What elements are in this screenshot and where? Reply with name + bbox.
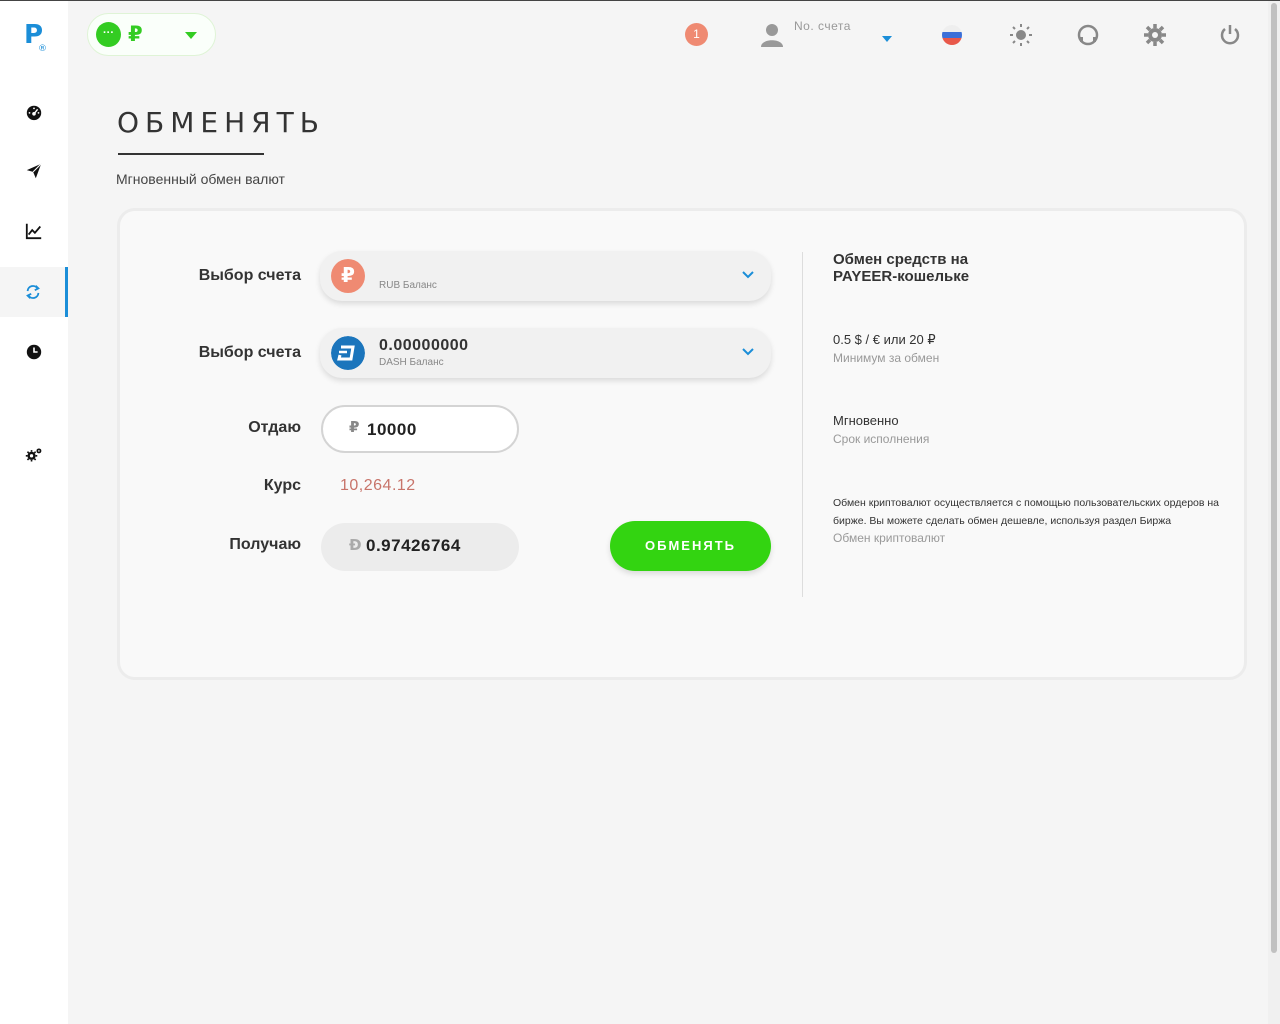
- paper-plane-icon: [26, 163, 42, 179]
- title-underline: [118, 153, 264, 155]
- sidebar: P ®: [0, 1, 68, 1024]
- currency-selector[interactable]: ··· ₽: [87, 13, 216, 56]
- rate-value: 10,264.12: [340, 477, 416, 494]
- payeer-logo[interactable]: P ®: [24, 21, 47, 54]
- chevron-down-icon: [742, 271, 754, 279]
- min-exchange-value: 0.5 $ / € или 20 ₽: [833, 332, 936, 347]
- russian-flag-icon[interactable]: [940, 23, 964, 47]
- info-title: Обмен средств на PAYEER-кошельке: [833, 251, 970, 285]
- gears-icon: [25, 448, 42, 462]
- execution-time-label: Срок исполнения: [833, 432, 930, 446]
- from-account-balance: RUB Баланс: [379, 280, 437, 291]
- page-subtitle: Мгновенный обмен валют: [116, 171, 285, 187]
- scrollbar-thumb[interactable]: [1271, 3, 1277, 953]
- dash-coin-icon: [331, 336, 365, 370]
- from-account-select[interactable]: ₽ RUB Баланс: [320, 251, 771, 301]
- exchange-arrows-icon: [25, 285, 40, 299]
- power-icon[interactable]: [1218, 23, 1242, 47]
- rub-coin-icon: ₽: [331, 259, 365, 293]
- caret-down-icon: [185, 32, 197, 39]
- sun-theme-icon[interactable]: [1009, 23, 1033, 47]
- to-account-select[interactable]: 0.00000000 DASH Баланс: [320, 328, 771, 378]
- sidebar-item-dashboard[interactable]: [0, 87, 68, 137]
- dash-symbol: Đ: [349, 536, 362, 554]
- top-bar: ··· ₽ 1 No. счета: [68, 1, 1280, 69]
- info-note: Обмен криптовалют осуществляется с помощ…: [833, 497, 1220, 527]
- give-amount-input[interactable]: ₽ 10000: [321, 405, 519, 453]
- sidebar-item-trading[interactable]: [0, 206, 68, 256]
- gear-icon[interactable]: [1143, 23, 1167, 47]
- ruble-symbol: ₽: [349, 418, 360, 436]
- min-exchange-label: Минимум за обмен: [833, 351, 940, 365]
- receive-label: Получаю: [229, 536, 301, 553]
- give-label: Отдаю: [248, 419, 301, 436]
- notification-badge[interactable]: 1: [685, 23, 708, 46]
- caret-down-icon[interactable]: [882, 36, 892, 42]
- chevron-down-icon: [742, 348, 754, 356]
- currency-status-dot: ···: [96, 22, 121, 47]
- crypto-exchange-link[interactable]: Обмен криптовалют: [833, 531, 945, 545]
- speedometer-icon: [26, 105, 42, 121]
- rub-coin-symbol: ₽: [341, 263, 355, 287]
- currency-symbol: ₽: [128, 22, 143, 46]
- to-account-balance: DASH Баланс: [379, 357, 444, 368]
- vertical-divider: [802, 252, 803, 597]
- sidebar-item-history[interactable]: [0, 327, 68, 377]
- user-icon[interactable]: [761, 23, 783, 47]
- receive-amount-field: Đ 0.97426764: [321, 523, 519, 571]
- account-number-label[interactable]: No. счета: [794, 19, 851, 33]
- page-title: ОБМЕНЯТЬ: [117, 106, 325, 139]
- execution-time-value: Мгновенно: [833, 413, 899, 428]
- sidebar-item-exchange[interactable]: [0, 267, 68, 317]
- sidebar-item-settings[interactable]: [0, 430, 68, 480]
- sidebar-item-transfer[interactable]: [0, 146, 68, 196]
- chart-line-icon: [25, 223, 42, 240]
- give-amount-value[interactable]: 10000: [367, 420, 417, 440]
- to-account-label: Выбор счета: [198, 344, 301, 361]
- clock-icon: [26, 344, 42, 360]
- support-headset-icon[interactable]: [1076, 23, 1100, 47]
- rate-label: Курс: [263, 477, 301, 494]
- exchange-button[interactable]: ОБМЕНЯТЬ: [610, 521, 771, 571]
- page-scrollbar[interactable]: [1268, 1, 1280, 1024]
- to-account-amount: 0.00000000: [379, 337, 469, 354]
- from-account-label: Выбор счета: [198, 267, 301, 284]
- receive-amount-value: 0.97426764: [366, 536, 461, 555]
